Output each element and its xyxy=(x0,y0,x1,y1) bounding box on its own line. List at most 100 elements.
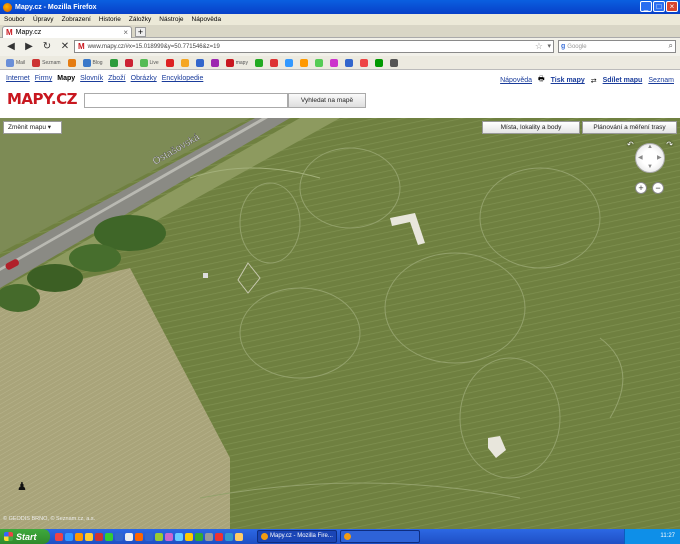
bookmark-favicon-icon xyxy=(389,58,398,67)
bookmark-item[interactable] xyxy=(268,58,280,68)
back-icon[interactable]: ◀ xyxy=(4,40,18,54)
bookmark-item[interactable]: Live xyxy=(138,58,161,68)
print-map-link[interactable]: Tisk mapy xyxy=(551,77,585,84)
pan-right-icon[interactable]: ▶ xyxy=(657,154,662,161)
tab-close-icon[interactable]: × xyxy=(123,28,128,37)
bookmark-item[interactable] xyxy=(373,58,385,68)
bookmark-item[interactable]: Blog xyxy=(81,58,105,68)
route-planning-button[interactable]: Plánování a měření trasy xyxy=(582,121,677,134)
bookmark-item[interactable] xyxy=(313,58,325,68)
tray-clock: 11:27 xyxy=(660,533,675,539)
search-engine-placeholder: Google xyxy=(567,43,587,50)
magnifier-icon[interactable]: ⌕ xyxy=(669,41,673,51)
forward-icon[interactable]: ▶ xyxy=(22,40,36,54)
bookmark-item[interactable]: mapy xyxy=(224,58,250,68)
taskbar-other-window[interactable] xyxy=(340,530,420,543)
bookmark-item[interactable] xyxy=(123,58,135,68)
bookmark-item[interactable] xyxy=(194,58,206,68)
bookmark-item[interactable]: Mail xyxy=(4,58,27,68)
service-link-zboží[interactable]: Zboží xyxy=(108,75,126,82)
service-link-slovník[interactable]: Slovník xyxy=(80,75,103,82)
ql-app-icon[interactable] xyxy=(125,532,133,541)
address-bar[interactable]: M www.mapy.cz/#x=15.018999&y=50.771546&z… xyxy=(74,40,554,53)
zoom-out-button[interactable]: − xyxy=(652,182,664,194)
ql-app-icon[interactable] xyxy=(115,532,123,541)
menu-item-2[interactable]: Zobrazení xyxy=(62,16,91,23)
bookmark-item[interactable] xyxy=(179,58,191,68)
help-link[interactable]: Nápověda xyxy=(500,77,532,84)
bookmark-item[interactable] xyxy=(343,58,355,68)
menu-item-3[interactable]: Historie xyxy=(99,16,121,23)
rotate-right-icon[interactable]: ↷ xyxy=(666,140,673,149)
bookmark-item[interactable] xyxy=(283,58,295,68)
tab-mapy[interactable]: M Mapy.cz × xyxy=(2,26,132,38)
pan-left-icon[interactable]: ◀ xyxy=(638,154,643,161)
search-engine-box[interactable]: g Google ⌕ xyxy=(558,40,676,53)
ql-app-icon[interactable] xyxy=(235,532,243,541)
bookmark-item[interactable] xyxy=(388,58,400,68)
pan-down-icon[interactable]: ▼ xyxy=(647,164,653,170)
bookmark-item[interactable]: Seznam xyxy=(30,58,62,68)
bookmark-item[interactable] xyxy=(358,58,370,68)
ql-app-icon[interactable] xyxy=(65,532,73,541)
places-button[interactable]: Místa, lokality a body xyxy=(482,121,580,134)
zoom-in-button[interactable]: + xyxy=(635,182,647,194)
ql-app-icon[interactable] xyxy=(145,532,153,541)
taskbar-firefox-window[interactable]: Mapy.cz - Mozilla Fire... xyxy=(257,530,337,543)
bookmark-item[interactable] xyxy=(298,58,310,68)
ql-app-icon[interactable] xyxy=(175,532,183,541)
history-dropdown-icon[interactable]: ▾ xyxy=(547,42,551,50)
ql-app-icon[interactable] xyxy=(215,532,223,541)
reload-icon[interactable]: ↻ xyxy=(40,40,54,54)
menu-item-6[interactable]: Nápověda xyxy=(192,16,222,23)
bookmark-star-icon[interactable]: ☆ xyxy=(535,41,543,52)
change-map-button[interactable]: Změnit mapu ▾ xyxy=(3,121,62,134)
close-button[interactable]: × xyxy=(666,1,678,12)
map-search-input[interactable] xyxy=(84,93,288,108)
bookmark-favicon-icon xyxy=(67,58,76,67)
mapy-logo[interactable]: MAPY.CZ xyxy=(7,90,78,108)
bookmark-favicon-icon xyxy=(32,58,41,67)
menu-item-0[interactable]: Soubor xyxy=(4,16,25,23)
menu-item-4[interactable]: Záložky xyxy=(129,16,151,23)
pan-control[interactable]: ↶ ↷ ▲ ▼ ◀ ▶ xyxy=(627,140,673,180)
ql-app-icon[interactable] xyxy=(85,532,93,541)
panorama-pegman-icon[interactable]: ♟ xyxy=(17,480,27,493)
pan-up-icon[interactable]: ▲ xyxy=(647,144,653,150)
map-search-button[interactable]: Vyhledat na mapě xyxy=(288,93,366,108)
bookmark-item[interactable] xyxy=(164,58,176,68)
menu-item-5[interactable]: Nástroje xyxy=(159,16,183,23)
bookmark-favicon-icon xyxy=(329,58,338,67)
share-map-link[interactable]: Sdílet mapu xyxy=(603,77,643,84)
new-tab-button[interactable]: + xyxy=(135,27,146,37)
ql-app-icon[interactable] xyxy=(75,532,83,541)
start-button[interactable]: Start xyxy=(0,529,50,544)
ql-app-icon[interactable] xyxy=(55,532,63,541)
ql-app-icon[interactable] xyxy=(135,532,143,541)
stop-icon[interactable]: ✕ xyxy=(58,40,72,54)
bookmark-item[interactable] xyxy=(66,58,78,68)
map-canvas[interactable]: Ostašovská Změnit mapu ▾ Místa, lokality… xyxy=(0,118,680,529)
service-link-internet[interactable]: Internet xyxy=(6,75,30,82)
ql-app-icon[interactable] xyxy=(95,532,103,541)
maximize-button[interactable]: □ xyxy=(653,1,665,12)
service-link-mapy[interactable]: Mapy xyxy=(57,75,75,82)
service-link-firmy[interactable]: Firmy xyxy=(35,75,53,82)
service-link-obrázky[interactable]: Obrázky xyxy=(131,75,157,82)
rotate-left-icon[interactable]: ↶ xyxy=(627,140,634,149)
minimize-button[interactable]: _ xyxy=(640,1,652,12)
menu-item-1[interactable]: Úpravy xyxy=(33,16,54,23)
ql-app-icon[interactable] xyxy=(185,532,193,541)
ql-app-icon[interactable] xyxy=(195,532,203,541)
service-link-encyklopedie[interactable]: Encyklopedie xyxy=(162,75,204,82)
ql-app-icon[interactable] xyxy=(205,532,213,541)
ql-app-icon[interactable] xyxy=(105,532,113,541)
bookmark-item[interactable] xyxy=(328,58,340,68)
seznam-link[interactable]: Seznam xyxy=(648,77,674,84)
bookmark-item[interactable] xyxy=(209,58,221,68)
ql-app-icon[interactable] xyxy=(225,532,233,541)
bookmark-item[interactable] xyxy=(253,58,265,68)
ql-app-icon[interactable] xyxy=(155,532,163,541)
bookmark-item[interactable] xyxy=(108,58,120,68)
ql-app-icon[interactable] xyxy=(165,532,173,541)
